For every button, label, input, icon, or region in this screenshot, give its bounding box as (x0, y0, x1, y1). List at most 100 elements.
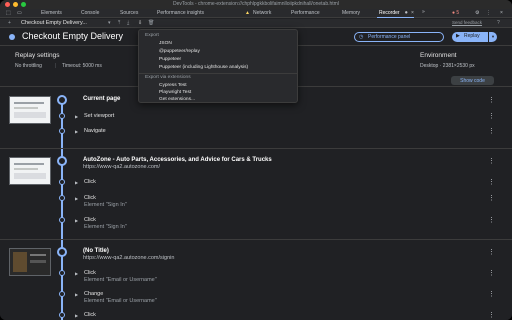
active-tab-indicator (377, 17, 414, 18)
step-menu-icon[interactable]: ⋮ (488, 127, 495, 135)
step-menu-icon[interactable]: ⋮ (488, 290, 495, 298)
inspect-icon[interactable]: ⬚ (6, 10, 11, 16)
expand-step-icon[interactable]: ▶ (75, 196, 78, 201)
download-icon[interactable]: ⤓ (127, 20, 129, 26)
export-puppeteer-replay-item[interactable]: @puppeteer/replay (159, 49, 200, 54)
performance-panel-button[interactable]: ◷ Performance panel (354, 32, 444, 42)
expand-step-icon[interactable]: ▶ (75, 114, 78, 119)
section-node (57, 95, 67, 105)
page-screenshot-thumbnail (9, 248, 51, 276)
export-menu-header: Export (145, 33, 159, 38)
title-bar: DevTools - chrome-extension://chphlpgkkb… (0, 0, 512, 9)
show-code-button[interactable]: Show code (451, 76, 494, 85)
replay-options-dropdown[interactable]: ▾ (489, 32, 497, 42)
environment-heading: Environment (420, 52, 457, 59)
section-menu-icon[interactable]: ⋮ (488, 157, 495, 165)
recording-select-chevron-icon[interactable]: ▾ (108, 20, 111, 26)
get-extensions-item[interactable]: Get extensions... (159, 97, 195, 102)
step-label[interactable]: Click (84, 270, 96, 276)
step-menu-icon[interactable]: ⋮ (488, 112, 495, 120)
performance-icon: ◷ (359, 34, 364, 40)
step-label[interactable]: Click (84, 195, 96, 201)
export-menu: Export JSON @puppeteer/replay Puppeteer … (138, 29, 298, 103)
section-autozone-home: AutoZone - Auto Parts, Accessories, and … (0, 148, 512, 240)
tab-recorder[interactable]: Recorder (379, 10, 400, 16)
step-node (59, 291, 65, 297)
step-node (59, 128, 65, 134)
close-tab-icon[interactable]: × (411, 10, 414, 16)
section-title: AutoZone - Auto Parts, Accessories, and … (83, 157, 272, 163)
page-screenshot-thumbnail (9, 157, 51, 185)
export-playwright-item[interactable]: Playwright Test (159, 90, 191, 95)
step-node (59, 113, 65, 119)
step-label[interactable]: Click (84, 217, 96, 223)
recording-select[interactable]: Checkout Empty Delivery... (21, 20, 87, 26)
step-label[interactable]: Set viewport (84, 113, 114, 119)
section-node (57, 156, 67, 166)
step-label[interactable]: Change (84, 291, 103, 297)
devtools-window: DevTools - chrome-extension://chphlpgkkb… (0, 0, 512, 320)
recording-title[interactable]: Checkout Empty Delivery (22, 31, 123, 41)
export-puppeteer-item[interactable]: Puppeteer (159, 57, 181, 62)
export-json-item[interactable]: JSON (159, 41, 172, 46)
tab-performance[interactable]: Performance (291, 10, 320, 16)
step-node (59, 179, 65, 185)
add-recording-icon[interactable]: + (8, 20, 11, 26)
export-puppeteer-lighthouse-item[interactable]: Puppeteer (including Lighthouse analysis… (159, 65, 248, 70)
steps-list: Current page ⋮ ▶ Set viewport ⋮ ▶ Naviga… (0, 88, 512, 320)
close-devtools-icon[interactable]: × (500, 10, 503, 16)
play-icon: ▶ (456, 33, 460, 39)
step-target: Element "Email or Username" (84, 298, 157, 304)
recorder-toolbar: + Checkout Empty Delivery... ▾ ⤒ ⤓ ⇩ 🗑 S… (0, 19, 512, 28)
step-label[interactable]: Click (84, 179, 96, 185)
expand-step-icon[interactable]: ▶ (75, 218, 78, 223)
tab-memory[interactable]: Memory (342, 10, 360, 16)
step-node (59, 270, 65, 276)
recorder-icon: ⏺ (405, 10, 408, 16)
expand-step-icon[interactable]: ▶ (75, 180, 78, 185)
step-menu-icon[interactable]: ⋮ (488, 216, 495, 224)
section-menu-icon[interactable]: ⋮ (488, 96, 495, 104)
step-target: Element "Sign In" (84, 202, 127, 208)
section-node (57, 247, 67, 257)
expand-step-icon[interactable]: ▶ (75, 129, 78, 134)
settings-gear-icon[interactable]: ⚙ (475, 10, 479, 16)
tab-sources[interactable]: Sources (120, 10, 138, 16)
step-menu-icon[interactable]: ⋮ (488, 178, 495, 186)
device-toolbar-icon[interactable]: ▭ (17, 10, 22, 16)
tab-console[interactable]: Console (81, 10, 99, 16)
replay-settings-heading[interactable]: Replay settings (15, 52, 59, 59)
section-signin: (No Title) https://www-qa2.autozone.com/… (0, 239, 512, 320)
section-menu-icon[interactable]: ⋮ (488, 248, 495, 256)
expand-step-icon[interactable]: ▶ (75, 271, 78, 276)
help-icon[interactable]: ? (497, 20, 500, 26)
export-cypress-item[interactable]: Cypress Test (159, 83, 187, 88)
delete-icon[interactable]: 🗑 (148, 20, 154, 26)
section-title: (No Title) (83, 248, 109, 254)
send-feedback-link[interactable]: Send feedback (452, 20, 482, 25)
tab-elements[interactable]: Elements (41, 10, 62, 16)
section-url: https://www-qa2.autozone.com/ (83, 164, 161, 170)
expand-step-icon[interactable]: ▶ (75, 313, 78, 318)
step-menu-icon[interactable]: ⋮ (488, 311, 495, 319)
tab-performance-insights[interactable]: Performance insights (157, 10, 204, 16)
replay-button[interactable]: ▶ Replay (452, 32, 488, 42)
step-label[interactable]: Click (84, 312, 96, 318)
timeout-value[interactable]: Timeout: 5000 ms (62, 63, 102, 69)
expand-step-icon[interactable]: ▶ (75, 292, 78, 297)
export-icon[interactable]: ⇩ (138, 20, 142, 26)
throttling-value[interactable]: No throttling (15, 63, 42, 69)
step-label[interactable]: Navigate (84, 128, 106, 134)
step-target: Element "Email or Username" (84, 277, 157, 283)
error-count-badge[interactable]: ● 5 (452, 10, 459, 16)
page-screenshot-thumbnail (9, 96, 51, 124)
tab-network[interactable]: Network (253, 10, 271, 16)
step-node (59, 195, 65, 201)
devtools-tab-bar: ⬚ ▭ Elements Console Sources Performance… (0, 9, 512, 18)
step-menu-icon[interactable]: ⋮ (488, 269, 495, 277)
more-options-icon[interactable]: ⋮ (486, 10, 491, 16)
upload-icon[interactable]: ⤒ (118, 20, 120, 26)
step-node (59, 217, 65, 223)
step-menu-icon[interactable]: ⋮ (488, 194, 495, 202)
more-tabs-icon[interactable]: » (422, 9, 425, 15)
